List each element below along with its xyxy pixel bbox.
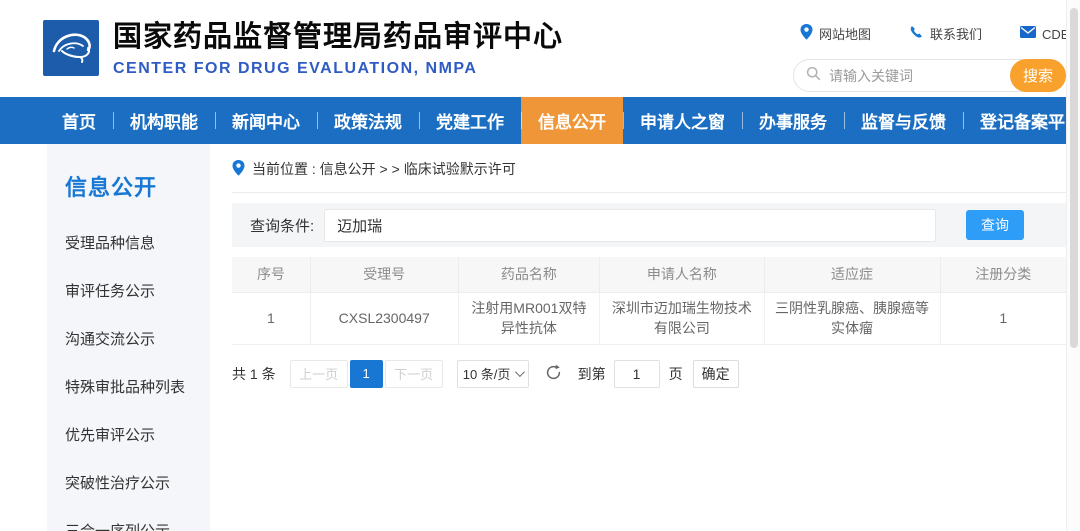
search-box: 搜索: [793, 59, 1066, 92]
nav-item-functions[interactable]: 机构职能: [113, 97, 215, 144]
current-page-button[interactable]: 1: [350, 360, 383, 388]
sidebar-item-review-tasks[interactable]: 审评任务公示: [65, 280, 210, 301]
search-input[interactable]: [829, 68, 1010, 84]
column-header-registration-class: 注册分类: [940, 257, 1066, 292]
query-label: 查询条件:: [250, 215, 314, 236]
scrollbar-thumb[interactable]: [1070, 8, 1078, 348]
sidebar-item-special-approval[interactable]: 特殊审批品种列表: [65, 376, 210, 397]
sitemap-link-label: 网站地图: [819, 24, 871, 43]
chevron-down-icon: [515, 367, 525, 377]
site-titles: 国家药品监督管理局药品审评中心 CENTER FOR DRUG EVALUATI…: [113, 19, 563, 78]
search-icon: [806, 66, 821, 86]
nav-item-supervision-feedback[interactable]: 监督与反馈: [844, 97, 963, 144]
column-header-seq: 序号: [232, 257, 310, 292]
prev-page-button[interactable]: 上一页: [290, 360, 348, 388]
results-table: 序号 受理号 药品名称 申请人名称 适应症 注册分类 1 CXSL2300497…: [232, 257, 1066, 345]
confirm-button[interactable]: 确定: [693, 360, 739, 388]
next-page-button[interactable]: 下一页: [385, 360, 443, 388]
nav-item-home[interactable]: 首页: [45, 97, 113, 144]
pagination: 共 1 条 上一页 1 下一页 10 条/页 到第 页 确定: [232, 360, 1066, 388]
page-size-select[interactable]: 10 条/页: [457, 360, 529, 388]
location-pin-icon: [232, 160, 245, 179]
column-header-drug-name: 药品名称: [458, 257, 600, 292]
cell-registration-class: 1: [940, 292, 1066, 344]
nav-item-policies[interactable]: 政策法规: [317, 97, 419, 144]
breadcrumb: 当前位置 : 信息公开 > > 临床试验默示许可: [232, 144, 1066, 193]
cell-indication: 三阴性乳腺癌、胰腺癌等实体瘤: [764, 292, 940, 344]
query-panel: 查询条件: 查询: [232, 203, 1066, 247]
query-input[interactable]: [324, 209, 936, 242]
sidebar-item-three-in-one[interactable]: 三合一序列公示: [65, 520, 210, 531]
sidebar-item-priority-review[interactable]: 优先审评公示: [65, 424, 210, 445]
swan-icon: [48, 25, 94, 72]
query-button[interactable]: 查询: [966, 210, 1024, 240]
main-content: 当前位置 : 信息公开 > > 临床试验默示许可 查询条件: 查询 序号 受理号…: [210, 144, 1080, 531]
sidebar-title: 信息公开: [65, 170, 210, 202]
cell-seq: 1: [232, 292, 310, 344]
sitemap-link[interactable]: 网站地图: [800, 24, 871, 43]
page-unit-label: 页: [669, 364, 683, 384]
site-subtitle: CENTER FOR DRUG EVALUATION, NMPA: [113, 60, 563, 78]
cell-acceptance-no: CXSL2300497: [310, 292, 458, 344]
table-row: 1 CXSL2300497 注射用MR001双特异性抗体 深圳市迈加瑞生物技术有…: [232, 292, 1066, 344]
site-title: 国家药品监督管理局药品审评中心: [113, 19, 563, 55]
column-header-indication: 适应症: [764, 257, 940, 292]
site-header: 国家药品监督管理局药品审评中心 CENTER FOR DRUG EVALUATI…: [0, 0, 1080, 97]
sidebar-item-communication[interactable]: 沟通交流公示: [65, 328, 210, 349]
page-body: 信息公开 受理品种信息 审评任务公示 沟通交流公示 特殊审批品种列表 优先审评公…: [0, 144, 1080, 531]
total-count: 共 1 条: [232, 364, 276, 384]
left-gutter: [0, 144, 47, 531]
nav-item-party-building[interactable]: 党建工作: [419, 97, 521, 144]
location-pin-icon: [800, 24, 813, 43]
contact-link[interactable]: 联系我们: [909, 24, 982, 43]
phone-icon: [909, 25, 924, 43]
breadcrumb-text: 当前位置 : 信息公开 > > 临床试验默示许可: [252, 159, 516, 179]
goto-label: 到第: [578, 364, 606, 384]
page-size-label: 10 条/页: [463, 364, 511, 383]
search-button[interactable]: 搜索: [1010, 59, 1066, 92]
nav-item-services[interactable]: 办事服务: [742, 97, 844, 144]
main-nav: 首页 机构职能 新闻中心 政策法规 党建工作 信息公开 申请人之窗 办事服务 监…: [0, 97, 1080, 144]
cell-applicant: 深圳市迈加瑞生物技术有限公司: [600, 292, 764, 344]
sidebar-item-breakthrough-therapy[interactable]: 突破性治疗公示: [65, 472, 210, 493]
nav-item-registration-platform[interactable]: 登记备案平台: [963, 97, 1080, 144]
sidebar: 信息公开 受理品种信息 审评任务公示 沟通交流公示 特殊审批品种列表 优先审评公…: [47, 144, 210, 531]
contact-link-label: 联系我们: [930, 24, 982, 43]
vertical-scrollbar[interactable]: [1066, 0, 1080, 531]
nav-item-news[interactable]: 新闻中心: [215, 97, 317, 144]
nav-item-info-disclosure[interactable]: 信息公开: [521, 97, 623, 144]
refresh-button[interactable]: [545, 364, 562, 384]
cde-logo: [43, 20, 99, 76]
cell-drug-name: 注射用MR001双特异性抗体: [458, 292, 600, 344]
mail-icon: [1020, 26, 1036, 41]
column-header-acceptance-no: 受理号: [310, 257, 458, 292]
sidebar-item-accepted-products[interactable]: 受理品种信息: [65, 232, 210, 253]
refresh-icon: [545, 364, 562, 384]
column-header-applicant: 申请人名称: [600, 257, 764, 292]
nav-item-applicant-window[interactable]: 申请人之窗: [623, 97, 742, 144]
goto-page-input[interactable]: [614, 360, 660, 388]
header-links: 网站地图 联系我们 CDE邮箱: [800, 24, 1080, 43]
table-header-row: 序号 受理号 药品名称 申请人名称 适应症 注册分类: [232, 257, 1066, 292]
